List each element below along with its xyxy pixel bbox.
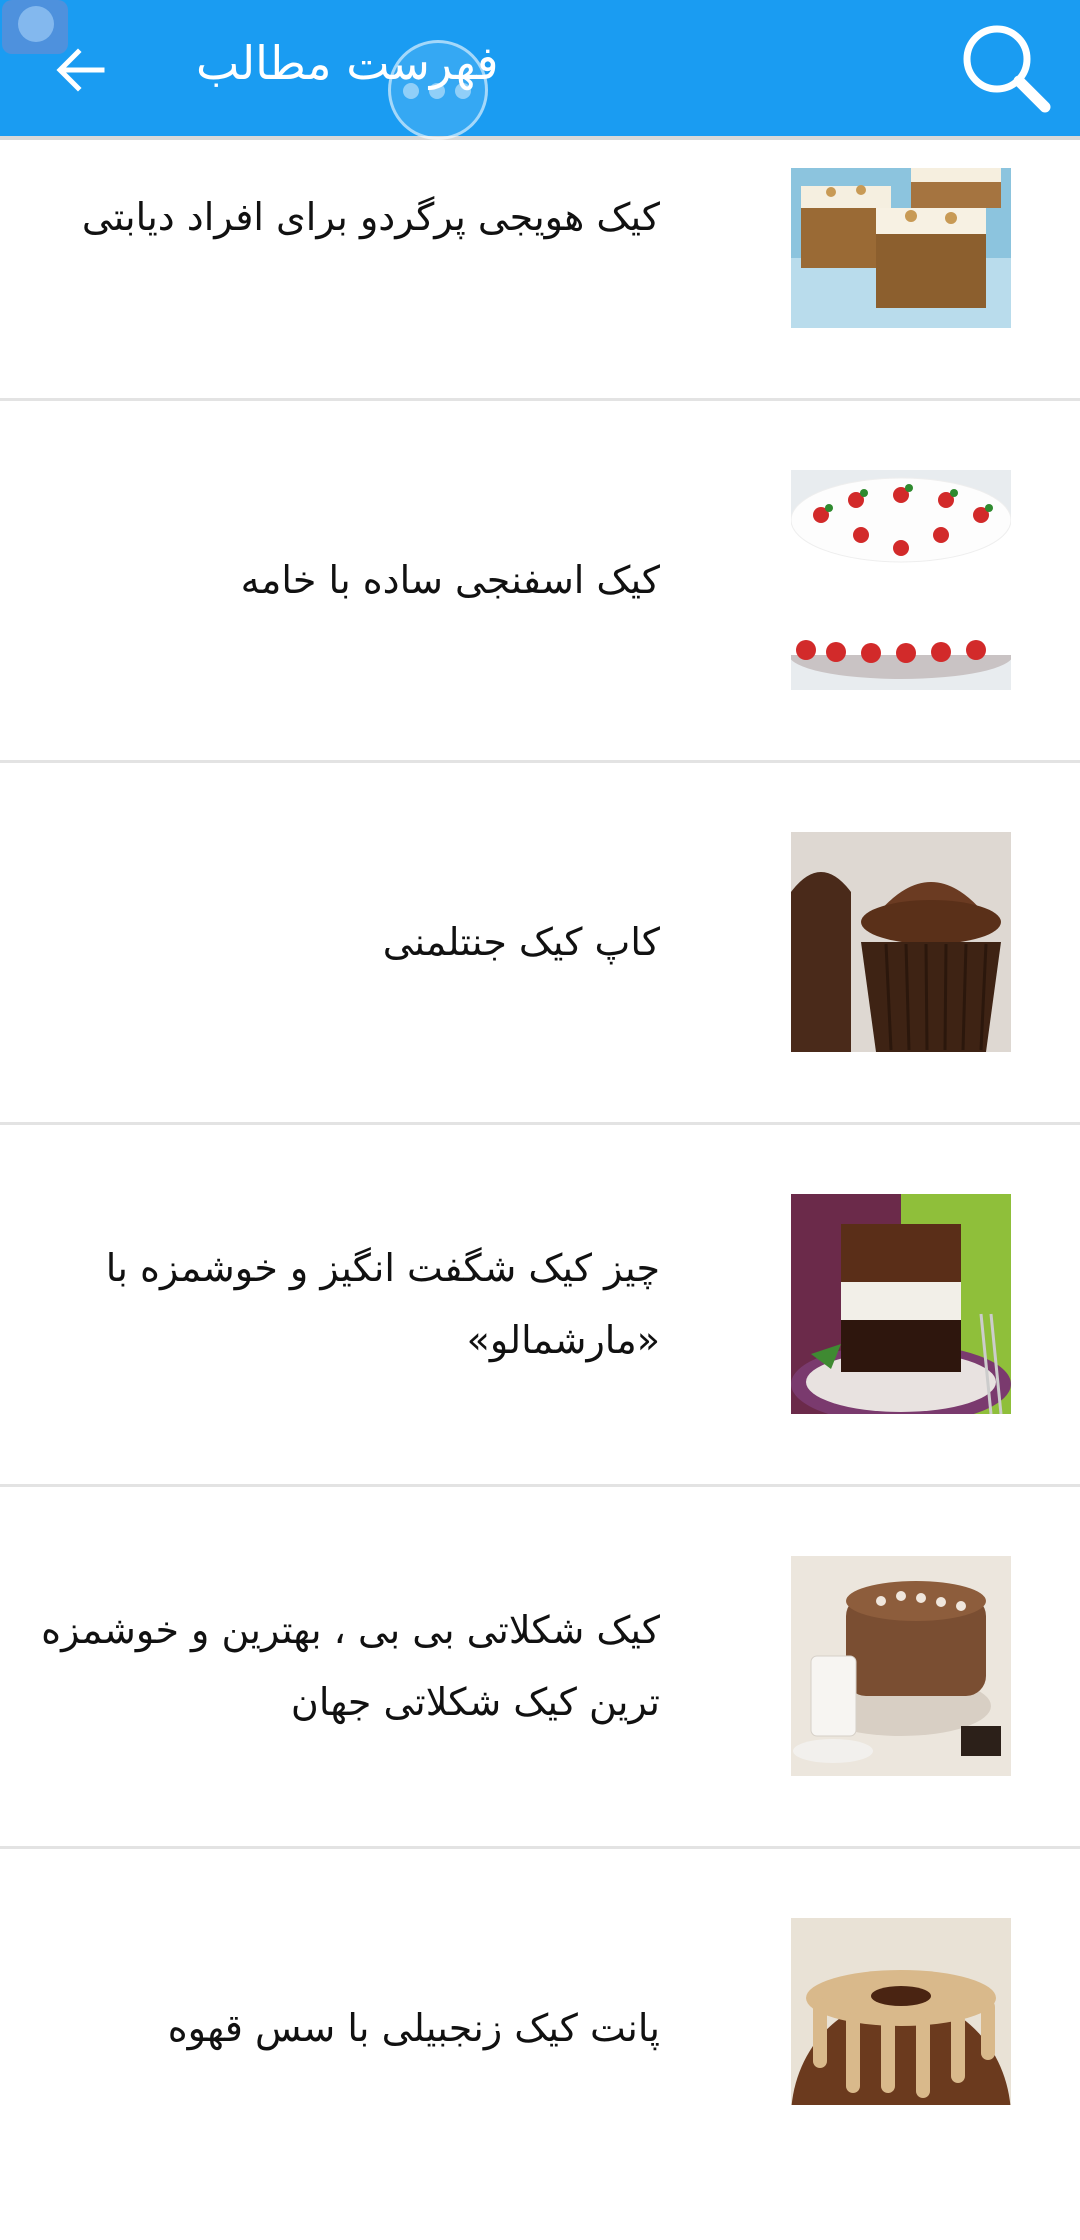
list-item-image [791,1194,1011,1414]
list-item-image [791,832,1011,1052]
app-bar: فهرست مطالب [0,0,1080,139]
list-item[interactable]: چیز کیک شگفت انگیز و خوشمزه با «مارشمالو… [0,1125,1080,1487]
list-item-image [791,168,1011,328]
list-item-title: پانت کیک زنجبیلی با سس قهوه [167,2006,660,2050]
list-item[interactable]: کیک شکلاتی بی بی ، بهترین و خوشمزه ترین … [0,1487,1080,1849]
list-item-image [791,1556,1011,1776]
search-button[interactable] [950,12,1060,122]
list-item-image [791,1918,1011,2105]
search-icon [963,25,1051,113]
list-item[interactable]: پانت کیک زنجبیلی با سس قهوه [0,1849,1080,2240]
list-item-title: کیک اسفنجی ساده با خامه [240,558,660,602]
list-item-image [791,470,1011,690]
list-item-title: کیک هویجی پرگردو برای افراد دیابتی [81,195,660,239]
touch-indicator [388,40,488,140]
list-item[interactable]: کیک اسفنجی ساده با خامه [0,401,1080,763]
floating-overlay-icon[interactable] [2,0,68,54]
list-item[interactable]: کاپ کیک جنتلمنی [0,763,1080,1125]
list-item-title: چیز کیک شگفت انگیز و خوشمزه با «مارشمالو… [105,1246,660,1362]
list-item[interactable]: کیک هویجی پرگردو برای افراد دیابتی [0,139,1080,401]
list-item-title: کاپ کیک جنتلمنی [382,920,660,964]
list-item-title: کیک شکلاتی بی بی ، بهترین و خوشمزه ترین … [41,1608,660,1724]
